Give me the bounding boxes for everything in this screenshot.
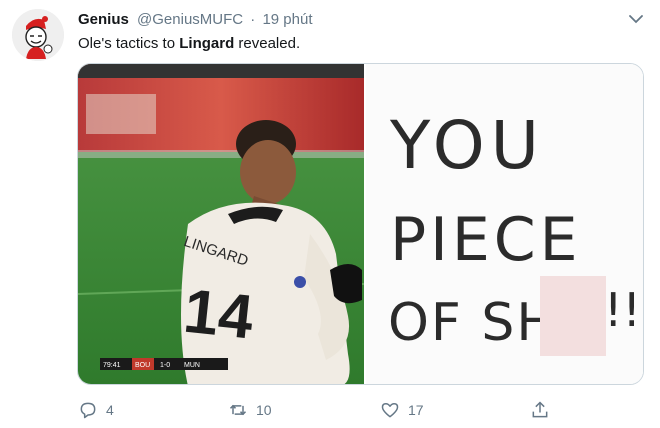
scoreboard-score: 1-0: [160, 362, 170, 369]
chevron-down-icon[interactable]: [626, 12, 646, 28]
author-handle[interactable]: @GeniusMUFC: [137, 11, 243, 28]
photo-player: LINGARD 14 79:41 BOU 1-0 MUN: [78, 64, 364, 384]
heart-icon: [381, 403, 399, 418]
scoreboard: 79:41 BOU 1-0 MUN: [100, 358, 228, 370]
comment-icon: [80, 402, 96, 419]
photo-handwriting: YOU PIECE OF SHI !!: [366, 64, 643, 384]
reply-button[interactable]: 4: [78, 398, 114, 422]
share-icon: [532, 401, 548, 418]
handwriting-line-2: PIECE: [390, 205, 582, 275]
tweet-header: Genius @GeniusMUFC · 19 phút: [78, 10, 313, 30]
tweet-text: Ole's tactics to Lingard revealed.: [78, 34, 300, 54]
censor-box: [540, 276, 606, 356]
tweet-text-part: revealed.: [234, 35, 301, 52]
tweet-text-bold: Lingard: [179, 35, 235, 52]
retweet-icon: [229, 404, 247, 416]
share-button[interactable]: [530, 398, 550, 422]
scoreboard-home: BOU: [135, 362, 150, 369]
like-count: 17: [408, 402, 424, 418]
action-bar: 4 10 17: [0, 398, 660, 422]
tweet-media[interactable]: LINGARD 14 79:41 BOU 1-0 MUN YOU PIECE O…: [77, 63, 644, 385]
retweet-count: 10: [256, 402, 272, 418]
author-name[interactable]: Genius: [78, 11, 129, 28]
scoreboard-time: 79:41: [103, 362, 121, 369]
avatar[interactable]: [12, 9, 64, 61]
scoreboard-away: MUN: [184, 362, 200, 369]
tweet[interactable]: Genius @GeniusMUFC · 19 phút Ole's tacti…: [0, 0, 660, 428]
avatar-image: [12, 9, 64, 61]
handwriting-line-1: YOU: [389, 107, 545, 184]
handwriting-exclaim: !!: [604, 283, 641, 337]
retweet-button[interactable]: 10: [228, 398, 272, 422]
timestamp[interactable]: 19 phút: [262, 11, 312, 28]
like-button[interactable]: 17: [380, 398, 424, 422]
separator-dot: ·: [250, 11, 256, 28]
tweet-text-part: Ole's tactics to: [78, 35, 180, 52]
jersey-number: 14: [181, 277, 257, 353]
reply-count: 4: [106, 402, 114, 418]
